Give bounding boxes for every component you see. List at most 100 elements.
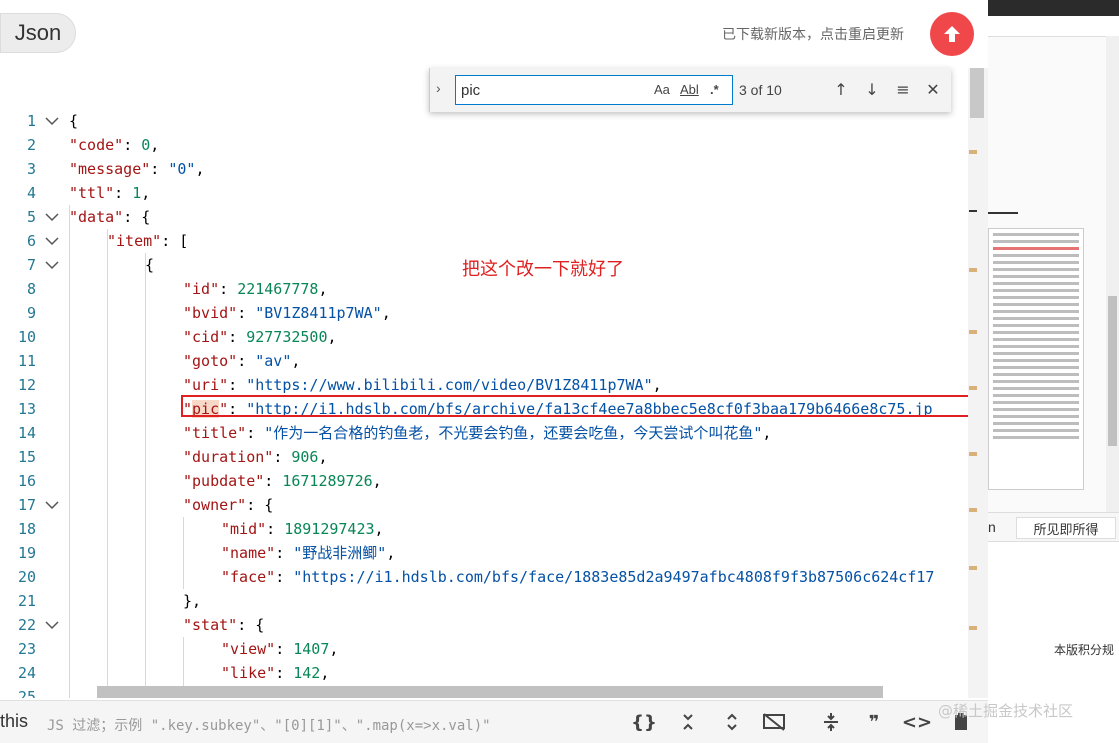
update-notice[interactable]: 已下载新版本，点击重启更新	[722, 24, 904, 44]
context-label: this	[0, 711, 29, 731]
code-line[interactable]: 12 "uri": "https://www.bilibili.com/video…	[0, 373, 968, 397]
vertical-scrollbar[interactable]	[968, 68, 988, 698]
json-number: 0	[141, 136, 151, 154]
json-string: "BV1Z8411p7WA"	[255, 304, 382, 322]
line-number: 11	[17, 352, 36, 370]
code-text: "pubdate": 1671289726,	[183, 469, 382, 493]
chevron-down-icon[interactable]	[44, 493, 60, 517]
scroll-marker	[969, 210, 977, 212]
code-line[interactable]: 24 "like": 142,	[0, 661, 968, 685]
code-text: "code": 0,	[69, 133, 159, 157]
line-number: 3	[26, 160, 36, 178]
line-number: 8	[26, 280, 36, 298]
code-line[interactable]: 2 "code": 0,	[0, 133, 968, 157]
find-in-selection-icon[interactable]: ≡	[893, 79, 913, 99]
braces-icon[interactable]: {}	[631, 709, 657, 735]
code-line[interactable]: 16 "pubdate": 1671289726,	[0, 469, 968, 493]
code-text: "message": "0",	[69, 157, 204, 181]
line-number: 15	[17, 448, 36, 466]
json-punct: ,	[372, 472, 382, 490]
code-line[interactable]: 22 "stat": {	[0, 613, 968, 637]
code-icon[interactable]: <>	[902, 709, 932, 735]
json-key: "pubdate"	[183, 472, 265, 490]
whole-word-toggle[interactable]: Abl	[680, 82, 699, 97]
code-line[interactable]: 15 "duration": 906,	[0, 445, 968, 469]
code-line[interactable]: 9 "bvid": "BV1Z8411p7WA",	[0, 301, 968, 325]
code-line[interactable]: 5 "data": {	[0, 205, 968, 229]
code-line[interactable]: 10 "cid": 927732500,	[0, 325, 968, 349]
code-line[interactable]: 18 "mid": 1891297423,	[0, 517, 968, 541]
line-number: 10	[17, 328, 36, 346]
quote-icon[interactable]: ❞	[861, 709, 887, 735]
json-key: "id"	[183, 280, 220, 298]
line-number: 23	[17, 640, 36, 658]
arrow-up-icon[interactable]: ↑	[831, 79, 851, 99]
json-number: 1671289726	[282, 472, 373, 490]
tab-json[interactable]: Json	[0, 13, 76, 53]
expand-icon[interactable]	[719, 709, 745, 735]
filter-input[interactable]: JS 过滤；示例 ".key.subkey"、"[0][1]"、".map(x=…	[47, 715, 491, 735]
no-comment-icon[interactable]	[761, 709, 787, 735]
code-line[interactable]: 4 "ttl": 1,	[0, 181, 968, 205]
json-punct: :	[266, 520, 285, 538]
close-icon[interactable]: ✕	[923, 79, 943, 99]
annotation-text: 把这个改一下就好了	[462, 259, 624, 280]
json-string: "0"	[168, 160, 196, 178]
horizontal-scrollbar[interactable]	[97, 686, 883, 698]
code-line[interactable]: 1{	[0, 109, 968, 133]
chevron-down-icon[interactable]	[44, 613, 60, 637]
regex-toggle[interactable]: .*	[710, 82, 719, 97]
scroll-thumb[interactable]	[970, 68, 984, 118]
tab-wysiwyg[interactable]: 所见即所得	[1016, 517, 1116, 539]
json-editor[interactable]: 1{2 "code": 0, 3 "message": "0", 4 "ttl": 1, 5…	[0, 68, 968, 698]
line-number: 22	[17, 616, 36, 634]
json-punct: :	[219, 280, 238, 298]
code-line[interactable]: 11 "goto": "av",	[0, 349, 968, 373]
code-line[interactable]: 21},	[0, 589, 968, 613]
compress-icon[interactable]	[818, 709, 844, 735]
json-key: "title"	[183, 424, 247, 442]
json-punct: :	[275, 544, 294, 562]
find-input-box[interactable]: Aa Abl .*	[455, 75, 733, 105]
json-punct: ,	[150, 136, 160, 154]
code-line[interactable]: 20 "face": "https://i1.hdslb.com/bfs/face…	[0, 565, 968, 589]
match-case-toggle[interactable]: Aa	[654, 82, 670, 97]
line-number: 1	[26, 112, 36, 130]
code-text: "cid": 927732500,	[183, 325, 337, 349]
json-key: "code"	[69, 136, 124, 154]
arrow-down-icon[interactable]: ↓	[862, 79, 882, 99]
json-punct: :	[264, 472, 283, 490]
chevron-down-icon[interactable]	[44, 109, 60, 133]
chevron-right-icon[interactable]: ›	[436, 80, 441, 96]
code-line[interactable]: 6 "item": [	[0, 229, 968, 253]
find-input[interactable]	[461, 80, 641, 100]
chevron-down-icon[interactable]	[44, 229, 60, 253]
json-key: "stat"	[183, 616, 238, 634]
code-line[interactable]: 19 "name": "野战非洲鲫",	[0, 541, 968, 565]
code-line[interactable]: 3 "message": "0",	[0, 157, 968, 181]
line-number: 24	[17, 664, 36, 682]
chevron-down-icon[interactable]	[44, 253, 60, 277]
divider	[988, 212, 1018, 214]
json-punct: :	[150, 160, 169, 178]
editor-tabs: n 所见即所得	[988, 512, 1119, 542]
line-number: 4	[26, 184, 36, 202]
json-key: "ttl"	[69, 184, 115, 202]
window-scrollbar[interactable]	[1106, 36, 1119, 512]
json-number: 1891297423	[284, 520, 375, 538]
json-punct: :	[273, 448, 292, 466]
update-button[interactable]	[930, 12, 974, 56]
json-punct: {	[69, 112, 79, 130]
collapse-icon[interactable]	[675, 709, 701, 735]
json-punct: ,	[374, 520, 384, 538]
code-line[interactable]: 23 "view": 1407,	[0, 637, 968, 661]
code-text: "data": {	[69, 205, 150, 229]
json-punct: :	[237, 304, 256, 322]
json-punct: ,	[652, 376, 662, 394]
json-key: "goto"	[183, 352, 238, 370]
chevron-down-icon[interactable]	[44, 205, 60, 229]
json-punct: ,	[291, 352, 301, 370]
code-line[interactable]: 14 "title": "作为一名合格的钓鱼老，不光要会钓鱼，还要会吃鱼，今天尝试…	[0, 421, 968, 445]
json-string: "av"	[255, 352, 292, 370]
code-line[interactable]: 17 "owner": {	[0, 493, 968, 517]
